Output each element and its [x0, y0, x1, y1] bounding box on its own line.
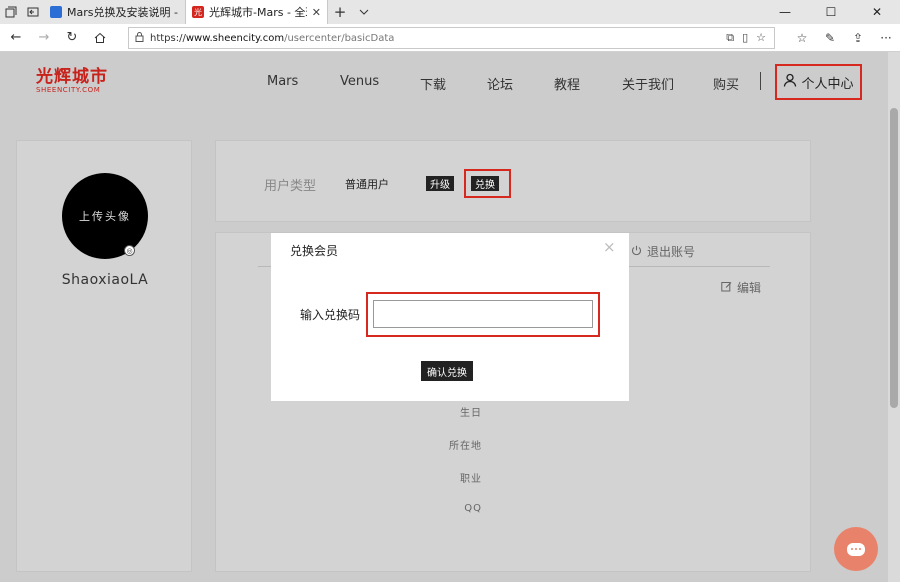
set-aside-tabs-icon[interactable]: [22, 0, 44, 24]
field-occupation: 职业: [460, 474, 482, 485]
menu-tutorials[interactable]: 教程: [554, 74, 580, 93]
close-window-icon[interactable]: ✕: [854, 0, 900, 24]
tab-mars-guide[interactable]: Mars兑换及安装说明 - 金山: [44, 0, 186, 24]
more-menu-icon[interactable]: ···: [872, 24, 900, 52]
confirm-exchange-button[interactable]: 确认兑换: [421, 361, 473, 381]
web-page: 光辉城市 SHEENCITY.COM Mars Venus 下载 论坛 教程 关…: [0, 52, 888, 582]
username: ShaoxiaoLA: [61, 272, 149, 288]
browser-navigation-bar: ← → ↻ https://www.sheencity.com/usercent…: [0, 24, 900, 52]
close-tab-icon[interactable]: ✕: [312, 6, 321, 19]
notes-pen-icon[interactable]: ✎: [816, 24, 844, 52]
upgrade-button[interactable]: 升级: [426, 176, 454, 191]
site-header: 光辉城市 SHEENCITY.COM Mars Venus 下载 论坛 教程 关…: [0, 52, 888, 112]
sheencity-favicon-icon: 光: [192, 6, 204, 18]
edit-link[interactable]: 编辑: [721, 279, 761, 296]
favorite-star-icon[interactable]: ☆: [756, 31, 766, 45]
user-type-label: 用户类型: [264, 179, 317, 194]
url-path: /usercenter/basicData: [284, 32, 395, 44]
logo-text: 光辉城市: [36, 67, 108, 87]
camera-icon[interactable]: ◎: [124, 245, 135, 256]
edit-label: 编辑: [737, 281, 762, 295]
document-favicon-icon: [50, 6, 62, 18]
logout-link[interactable]: 退出账号: [631, 243, 695, 260]
browser-tab-bar: Mars兑换及安装说明 - 金山 光 光辉城市-Mars - 全球领 ✕ + —…: [0, 0, 900, 24]
user-icon: [783, 73, 797, 91]
menu-separator: [760, 72, 761, 90]
profile-card: 上传头像 ◎ ShaoxiaoLA: [16, 140, 192, 572]
upload-avatar-label: 上传头像: [79, 210, 131, 223]
close-icon[interactable]: ×: [603, 238, 616, 256]
chevron-down-icon[interactable]: [352, 0, 376, 24]
maximize-icon[interactable]: ☐: [808, 0, 854, 24]
power-icon: [631, 245, 642, 259]
logo-subtext: SHEENCITY.COM: [36, 86, 101, 94]
redeem-code-label: 输入兑换码: [300, 308, 361, 322]
tab-title: Mars兑换及安装说明 - 金山: [67, 6, 179, 19]
field-location: 所在地: [449, 441, 482, 452]
window-controls: — ☐ ✕: [762, 0, 900, 24]
new-tab-icon[interactable]: +: [328, 0, 352, 24]
share-icon[interactable]: ⇪: [844, 24, 872, 52]
chat-icon: [847, 542, 865, 556]
tab-actions-icon[interactable]: [0, 0, 22, 24]
tab-title: 光辉城市-Mars - 全球领: [209, 6, 307, 19]
lock-icon: [135, 31, 144, 45]
home-icon[interactable]: [86, 24, 114, 52]
redeem-code-input[interactable]: [373, 300, 593, 328]
menu-buy[interactable]: 购买: [713, 74, 739, 93]
reading-view-icon[interactable]: ▯: [742, 31, 748, 45]
menu-download[interactable]: 下载: [420, 74, 446, 93]
forward-icon[interactable]: →: [30, 24, 58, 52]
favorites-hub-icon[interactable]: ☆: [788, 24, 816, 52]
user-type-value: 普通用户: [345, 178, 389, 191]
minimize-icon[interactable]: —: [762, 0, 808, 24]
tab-sheencity[interactable]: 光 光辉城市-Mars - 全球领 ✕: [186, 0, 328, 24]
menu-forum[interactable]: 论坛: [487, 74, 513, 93]
url-scheme: https://: [150, 32, 186, 44]
url-host: www.sheencity.com: [185, 32, 285, 44]
sheencity-logo[interactable]: 光辉城市 SHEENCITY.COM: [36, 68, 108, 94]
avatar[interactable]: 上传头像: [62, 173, 148, 259]
page-scrollbar[interactable]: [888, 52, 900, 582]
menu-about-us[interactable]: 关于我们: [622, 74, 674, 93]
dialog-title: 兑换会员: [290, 244, 339, 258]
logout-label: 退出账号: [647, 245, 696, 259]
scrollbar-thumb[interactable]: [890, 108, 898, 408]
edit-icon: [721, 281, 732, 295]
url-text: https://www.sheencity.com/usercenter/bas…: [150, 33, 394, 44]
membership-card: 用户类型 普通用户 升级 兑换: [215, 140, 811, 222]
field-qq: QQ: [464, 503, 482, 514]
refresh-icon[interactable]: ↻: [58, 24, 86, 52]
user-center-button[interactable]: 个人中心: [775, 64, 862, 100]
address-bar[interactable]: https://www.sheencity.com/usercenter/bas…: [128, 27, 775, 49]
menu-mars[interactable]: Mars: [267, 74, 298, 89]
user-center-label: 个人中心: [801, 76, 854, 92]
menu-venus[interactable]: Venus: [340, 74, 379, 89]
field-birthday: 生日: [460, 408, 482, 419]
back-icon[interactable]: ←: [2, 24, 30, 52]
chat-button[interactable]: [834, 527, 878, 571]
exchange-membership-dialog: 兑换会员 × 输入兑换码 确认兑换: [271, 233, 629, 401]
extension-icon[interactable]: ⧉: [726, 31, 734, 45]
exchange-button[interactable]: 兑换: [471, 176, 499, 191]
